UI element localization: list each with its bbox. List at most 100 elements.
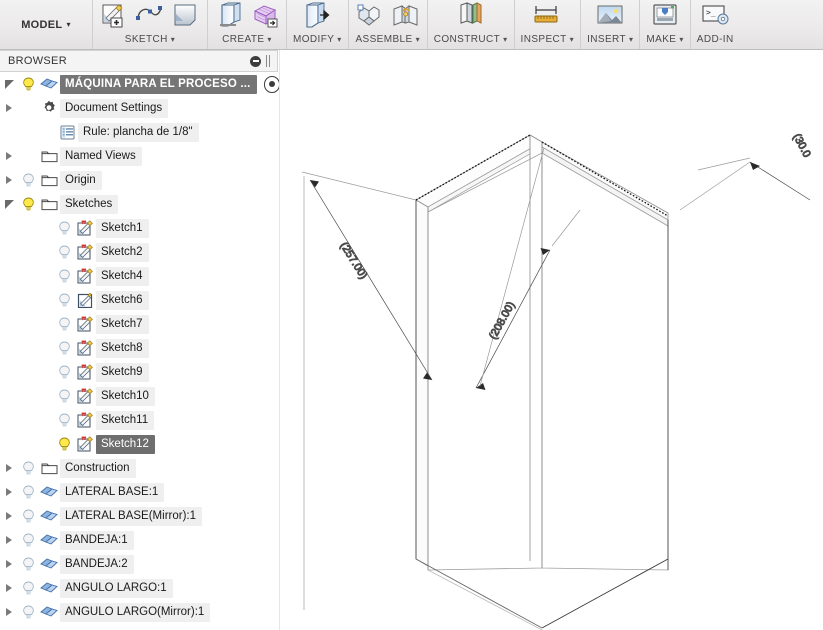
panel-label-modify[interactable]: MODIFY▾ [293,34,342,49]
panel-label-insert[interactable]: INSERT▾ [587,34,633,49]
tree-item-sketch10[interactable]: Sketch10 [0,384,280,408]
create-sketch-icon[interactable] [99,2,129,30]
tree-item-label: BANDEJA:2 [60,555,134,574]
measure-icon[interactable] [532,2,562,30]
ribbon-panel-insert: INSERT▾ [581,0,640,49]
triangle-closed-icon[interactable] [0,528,18,552]
spline-icon[interactable] [135,2,165,30]
triangle-closed-icon[interactable] [0,576,18,600]
lightbulb-off-icon[interactable] [54,336,74,360]
insert-canvas-icon[interactable] [595,2,625,30]
lightbulb-off-icon[interactable] [18,480,38,504]
panel-label-inspect[interactable]: INSPECT▾ [521,34,575,49]
triangle-closed-icon[interactable] [0,456,18,480]
sketch-plane-icon[interactable] [171,2,201,30]
tree-item-sketch11[interactable]: Sketch11 [0,408,280,432]
tree-item-bandeja-1[interactable]: BANDEJA:1 [0,528,280,552]
sketch-icon [74,336,96,360]
tree-item-angulo-largo-mirror-1[interactable]: ANGULO LARGO(Mirror):1 [0,600,280,624]
tree-item-label: Sketch6 [96,291,149,310]
lightbulb-off-icon[interactable] [54,264,74,288]
tree-item-angulo-largo-1[interactable]: ANGULO LARGO:1 [0,576,280,600]
tree-item-lateral-base-mirror-1[interactable]: LATERAL BASE(Mirror):1 [0,504,280,528]
joint-icon[interactable] [391,2,421,30]
panel-label-addins[interactable]: ADD-IN [697,34,734,49]
tree-item-sketch1[interactable]: Sketch1 [0,216,280,240]
triangle-open-icon[interactable] [0,72,18,96]
panel-label-create[interactable]: CREATE▾ [222,34,272,49]
tree-indent [0,132,18,133]
tree-root-item[interactable]: MÁQUINA PARA EL PROCESO ... [0,72,280,96]
activate-component-icon[interactable] [264,76,280,93]
lightbulb-off-icon[interactable] [18,456,38,480]
offset-plane-icon[interactable] [456,2,486,30]
model-workspace-label: MODEL [21,19,62,31]
panel-label-construct[interactable]: CONSTRUCT▾ [434,34,508,49]
lightbulb-off-icon[interactable] [18,576,38,600]
rule-icon [56,120,78,144]
scripts-addins-icon[interactable]: >_ [700,2,730,30]
lightbulb-on-icon[interactable] [18,192,38,216]
tree-item-sketch12[interactable]: Sketch12 [0,432,280,456]
tree-item-label: BANDEJA:1 [60,531,134,550]
tree-item-rule-plancha-de-1-8[interactable]: Rule: plancha de 1/8" [0,120,280,144]
triangle-closed-icon[interactable] [0,96,18,120]
collapse-minus-icon[interactable] [250,56,261,67]
lightbulb-off-icon[interactable] [18,168,38,192]
lightbulb-off-icon[interactable] [18,552,38,576]
lightbulb-off-icon[interactable] [54,384,74,408]
extrude-icon[interactable] [214,2,244,30]
lightbulb-off-icon[interactable] [54,312,74,336]
tree-item-label: LATERAL BASE(Mirror):1 [60,507,202,526]
triangle-closed-icon[interactable] [0,168,18,192]
panel-label-sketch[interactable]: SKETCH▾ [125,34,175,49]
triangle-closed-icon[interactable] [0,600,18,624]
tree-item-construction[interactable]: Construction [0,456,280,480]
sketch-icon [74,216,96,240]
browser-panel: BROWSER [0,50,280,630]
3d-print-icon[interactable] [650,2,680,30]
lightbulb-off-icon[interactable] [54,360,74,384]
lightbulb-on-icon[interactable] [18,72,38,96]
lightbulb-off-icon[interactable] [54,216,74,240]
triangle-open-icon[interactable] [0,192,18,216]
new-component-icon[interactable] [355,2,385,30]
tree-item-document-settings[interactable]: Document Settings [0,96,280,120]
tree-item-origin[interactable]: Origin [0,168,280,192]
tree-item-lateral-base-1[interactable]: LATERAL BASE:1 [0,480,280,504]
browser-title: BROWSER [0,55,67,67]
panel-label-assemble[interactable]: ASSEMBLE▾ [355,34,420,49]
create-form-icon[interactable] [250,2,280,30]
tree-item-sketches[interactable]: Sketches [0,192,280,216]
lightbulb-off-icon[interactable] [18,504,38,528]
ribbon-panel-sketch: SKETCH▾ [93,0,208,49]
tree-item-sketch6[interactable]: Sketch6 [0,288,280,312]
tree-item-label: Sketch2 [96,243,149,262]
lightbulb-off-icon[interactable] [18,600,38,624]
triangle-closed-icon[interactable] [0,480,18,504]
tree-item-named-views[interactable]: Named Views [0,144,280,168]
triangle-closed-icon[interactable] [0,504,18,528]
tree-item-bandeja-2[interactable]: BANDEJA:2 [0,552,280,576]
tree-indent [0,348,36,349]
triangle-closed-icon[interactable] [0,552,18,576]
lightbulb-on-icon[interactable] [54,432,74,456]
lightbulb-off-icon[interactable] [18,528,38,552]
panel-label-make[interactable]: MAKE▾ [646,34,683,49]
triangle-closed-icon[interactable] [0,144,18,168]
model-workspace-button[interactable]: MODEL ▾ [21,19,71,31]
lightbulb-off-icon[interactable] [54,408,74,432]
tree-item-sketch2[interactable]: Sketch2 [0,240,280,264]
panel-grip-icon[interactable] [266,55,272,67]
lightbulb-off-icon[interactable] [54,240,74,264]
tree-item-sketch4[interactable]: Sketch4 [0,264,280,288]
lightbulb-off-icon[interactable] [54,288,74,312]
3d-model-canvas[interactable]: (257.00) [280,50,823,630]
twisty-spacer [36,264,54,288]
ribbon-panel-create: CREATE▾ [208,0,287,49]
tree-item-sketch7[interactable]: Sketch7 [0,312,280,336]
press-pull-icon[interactable] [302,2,332,30]
twisty-spacer [36,240,54,264]
tree-item-sketch8[interactable]: Sketch8 [0,336,280,360]
tree-item-sketch9[interactable]: Sketch9 [0,360,280,384]
